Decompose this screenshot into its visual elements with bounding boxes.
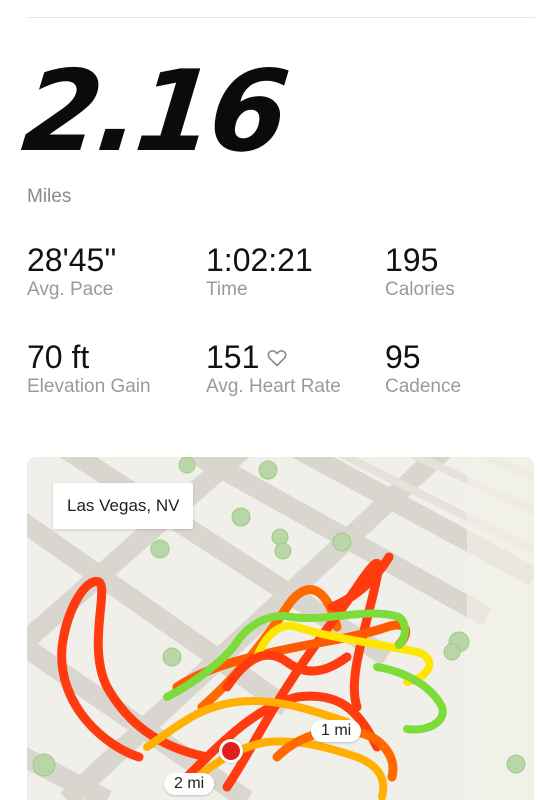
stat-avg-pace: 28'45'' Avg. Pace xyxy=(27,240,197,301)
avg-heart-rate-label: Avg. Heart Rate xyxy=(206,376,341,397)
elevation-gain-label: Elevation Gain xyxy=(27,376,151,397)
avg-pace-label: Avg. Pace xyxy=(27,279,114,300)
time-label: Time xyxy=(206,279,248,300)
stat-elevation-gain: 70 ft Elevation Gain xyxy=(27,337,167,398)
mile-marker-1: 1 mi xyxy=(311,720,362,742)
avg-heart-rate-value-row: 151 xyxy=(206,337,346,377)
distance-unit: Miles xyxy=(27,186,72,207)
cadence-label: Cadence xyxy=(385,376,462,397)
distance-value: 2.16 xyxy=(17,47,292,177)
heart-outline-icon xyxy=(267,336,287,376)
route-map[interactable]: Las Vegas, NV 1 mi 2 mi xyxy=(27,457,534,800)
cadence-value: 95 xyxy=(385,339,421,375)
calories-value: 195 xyxy=(385,242,439,278)
avg-heart-rate-value: 151 xyxy=(206,339,260,375)
calories-label: Calories xyxy=(385,279,455,300)
top-divider xyxy=(27,17,535,18)
stat-avg-heart-rate: 151 Avg. Heart Rate xyxy=(206,337,346,398)
elevation-gain-value: 70 ft xyxy=(27,339,90,375)
time-value: 1:02:21 xyxy=(206,242,313,278)
map-location-label: Las Vegas, NV xyxy=(53,483,194,529)
stat-calories: 195 Calories xyxy=(385,240,555,301)
avg-pace-value: 28'45'' xyxy=(27,242,117,278)
stat-cadence: 95 Cadence xyxy=(385,337,555,398)
mile-marker-2: 2 mi xyxy=(164,773,215,795)
stat-time: 1:02:21 Time xyxy=(206,240,376,301)
stats-grid: 28'45'' Avg. Pace 1:02:21 Time 195 Calor… xyxy=(27,240,537,440)
start-point-marker xyxy=(219,739,243,763)
